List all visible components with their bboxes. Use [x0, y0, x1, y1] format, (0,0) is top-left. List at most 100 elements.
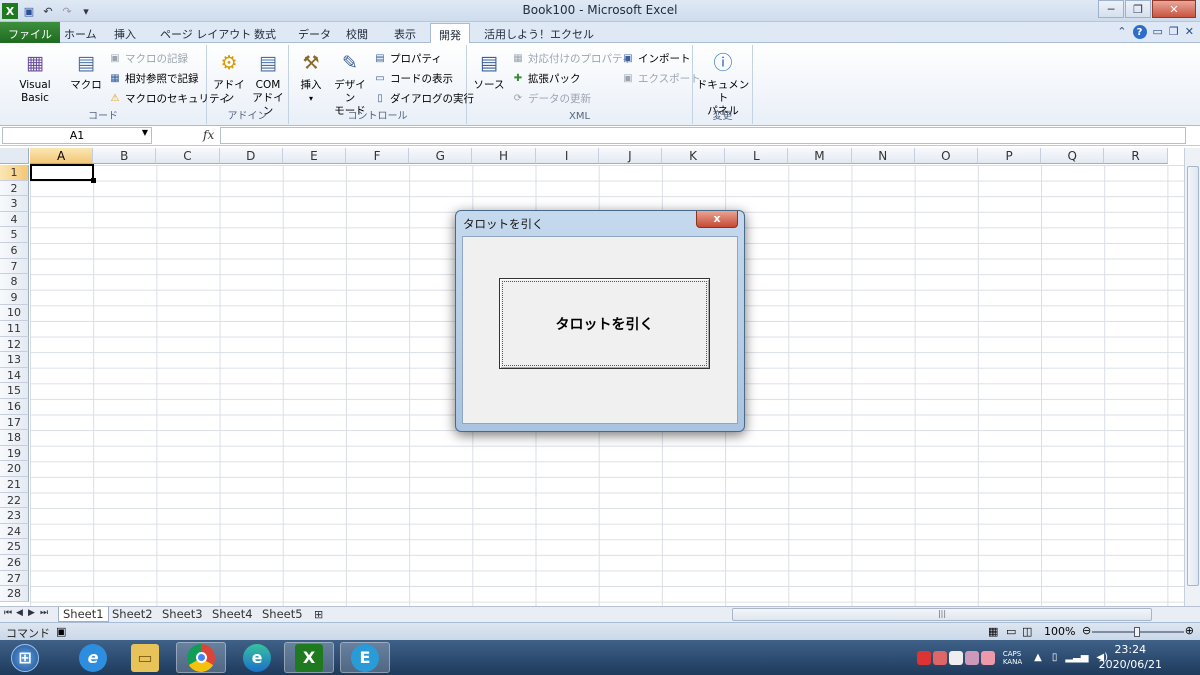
row-header[interactable]: 19	[0, 445, 29, 462]
insert-sheet-icon[interactable]: ⊞	[314, 608, 323, 621]
export-button[interactable]: ▣ エクスポート	[621, 69, 700, 87]
taskbar-app-e[interactable]: E	[340, 642, 390, 673]
row-header[interactable]: 5	[0, 227, 29, 243]
column-header[interactable]: A	[30, 148, 94, 164]
column-header[interactable]: B	[93, 148, 157, 164]
clock[interactable]: 23:24 2020/06/21	[1099, 642, 1162, 672]
row-header[interactable]: 22	[0, 492, 29, 509]
taskbar-excel[interactable]: X	[284, 642, 334, 673]
sheet-tab-4[interactable]: Sheet4	[208, 607, 257, 622]
column-header[interactable]: P	[978, 148, 1042, 164]
prev-sheet-icon[interactable]: ◀	[16, 608, 23, 618]
tab-developer[interactable]: 開発	[430, 23, 470, 44]
column-header[interactable]: H	[472, 148, 536, 164]
import-button[interactable]: ▣ インポート	[621, 49, 690, 67]
map-properties-button[interactable]: ▦ 対応付けのプロパティ	[511, 49, 632, 67]
tab-file[interactable]: ファイル	[0, 22, 60, 43]
show-hidden-icons[interactable]: ▲	[1034, 652, 1042, 663]
row-header[interactable]: 23	[0, 508, 29, 524]
row-header[interactable]: 12	[0, 336, 29, 353]
page-layout-view-icon[interactable]: ▭	[1006, 625, 1016, 638]
row-header[interactable]: 9	[0, 289, 29, 306]
tab-page-layout[interactable]: ページ レイアウト	[152, 23, 259, 43]
start-button[interactable]: ⊞	[0, 642, 50, 673]
column-header[interactable]: G	[409, 148, 473, 164]
macro-record-status-icon[interactable]: ▣	[56, 625, 66, 638]
vertical-scroll-thumb[interactable]	[1187, 166, 1199, 586]
column-header[interactable]: K	[662, 148, 726, 164]
zoom-level[interactable]: 100%	[1044, 625, 1075, 638]
row-header[interactable]: 24	[0, 523, 29, 540]
tab-home[interactable]: ホーム	[56, 23, 105, 43]
zoom-out-icon[interactable]: ⊖	[1082, 624, 1091, 637]
last-sheet-icon[interactable]: ⏭	[40, 608, 48, 618]
row-header[interactable]: 28	[0, 586, 29, 602]
row-header[interactable]: 13	[0, 352, 29, 368]
row-header[interactable]: 18	[0, 430, 29, 446]
row-header[interactable]: 25	[0, 539, 29, 555]
tab-view[interactable]: 表示	[386, 23, 424, 43]
refresh-data-button[interactable]: ⟳ データの更新	[511, 89, 591, 107]
row-header[interactable]: 8	[0, 274, 29, 290]
row-header[interactable]: 21	[0, 477, 29, 493]
tab-insert[interactable]: 挿入	[106, 23, 144, 43]
sheet-tab-5[interactable]: Sheet5	[258, 607, 307, 622]
maximize-button[interactable]: ❐	[1125, 0, 1151, 18]
sheet-tab-2[interactable]: Sheet2	[108, 607, 157, 622]
network-icon[interactable]: ▂▃▅	[1065, 652, 1088, 663]
ime-indicator[interactable]: CAPS KANA	[1003, 650, 1022, 666]
normal-view-icon[interactable]: ▦	[988, 625, 998, 638]
column-header[interactable]: L	[725, 148, 789, 164]
column-header[interactable]: I	[535, 148, 599, 164]
zoom-slider-knob[interactable]	[1134, 627, 1140, 637]
row-header[interactable]: 2	[0, 180, 29, 197]
formula-input[interactable]	[220, 127, 1186, 144]
help-icon[interactable]: ?	[1132, 25, 1147, 39]
insert-function-icon[interactable]: fx	[203, 128, 214, 142]
row-header[interactable]: 17	[0, 414, 29, 431]
visual-basic-button[interactable]: ▦ Visual Basic	[4, 49, 66, 105]
row-header[interactable]: 4	[0, 211, 29, 228]
view-code-button[interactable]: ▭ コードの表示	[373, 69, 453, 87]
first-sheet-icon[interactable]: ⏮	[4, 608, 12, 618]
row-header[interactable]: 26	[0, 555, 29, 571]
run-dialog-button[interactable]: ▯ ダイアログの実行	[373, 89, 474, 107]
collapse-ribbon-icon[interactable]: ⌃	[1117, 25, 1126, 39]
column-header[interactable]: N	[851, 148, 915, 164]
column-header[interactable]: E	[282, 148, 346, 164]
name-box[interactable]: A1 ▼	[2, 127, 152, 144]
next-sheet-icon[interactable]: ▶	[28, 608, 35, 618]
row-header[interactable]: 20	[0, 461, 29, 477]
dialog-close-button[interactable]: x	[696, 211, 738, 228]
doc-restore-icon[interactable]: ❐	[1169, 25, 1179, 39]
insert-control-button[interactable]: ⚒ 挿入 ▾	[293, 49, 329, 105]
zoom-slider[interactable]: ⊖ ⊕	[1082, 624, 1194, 637]
column-header[interactable]: R	[1104, 148, 1168, 164]
macro-button[interactable]: ▤ マクロ	[70, 49, 102, 92]
sheet-tab-1[interactable]: Sheet1	[58, 607, 109, 622]
taskbar-ie[interactable]: e	[68, 642, 118, 673]
doc-minimize-icon[interactable]: ▭	[1153, 25, 1163, 39]
taskbar-edge[interactable]: e	[232, 642, 282, 673]
tab-review[interactable]: 校閲	[338, 23, 376, 43]
name-box-dropdown-icon[interactable]: ▼	[142, 128, 148, 137]
column-header[interactable]: J	[598, 148, 662, 164]
xml-source-button[interactable]: ▤ ソース	[473, 49, 505, 92]
taskbar-explorer[interactable]: ▭	[120, 642, 170, 673]
row-header[interactable]: 11	[0, 321, 29, 337]
active-cell-a1[interactable]	[30, 164, 96, 183]
row-header[interactable]: 14	[0, 367, 29, 384]
record-macro-button[interactable]: ▣ マクロの記録	[108, 49, 188, 67]
addin-button[interactable]: ⚙ アドイン	[211, 49, 247, 105]
draw-tarot-button[interactable]: タロットを引く	[499, 278, 710, 369]
horizontal-scrollbar[interactable]: |||	[712, 608, 1184, 621]
column-header[interactable]: M	[788, 148, 852, 164]
vertical-scrollbar[interactable]	[1184, 148, 1200, 606]
horizontal-scroll-thumb[interactable]: |||	[732, 608, 1152, 621]
page-break-view-icon[interactable]: ◫	[1022, 625, 1032, 638]
row-header[interactable]: 10	[0, 305, 29, 321]
row-header[interactable]: 7	[0, 258, 29, 275]
sheet-tab-3[interactable]: Sheet3	[158, 607, 207, 622]
row-header[interactable]: 1	[0, 165, 29, 181]
column-header[interactable]: F	[346, 148, 410, 164]
